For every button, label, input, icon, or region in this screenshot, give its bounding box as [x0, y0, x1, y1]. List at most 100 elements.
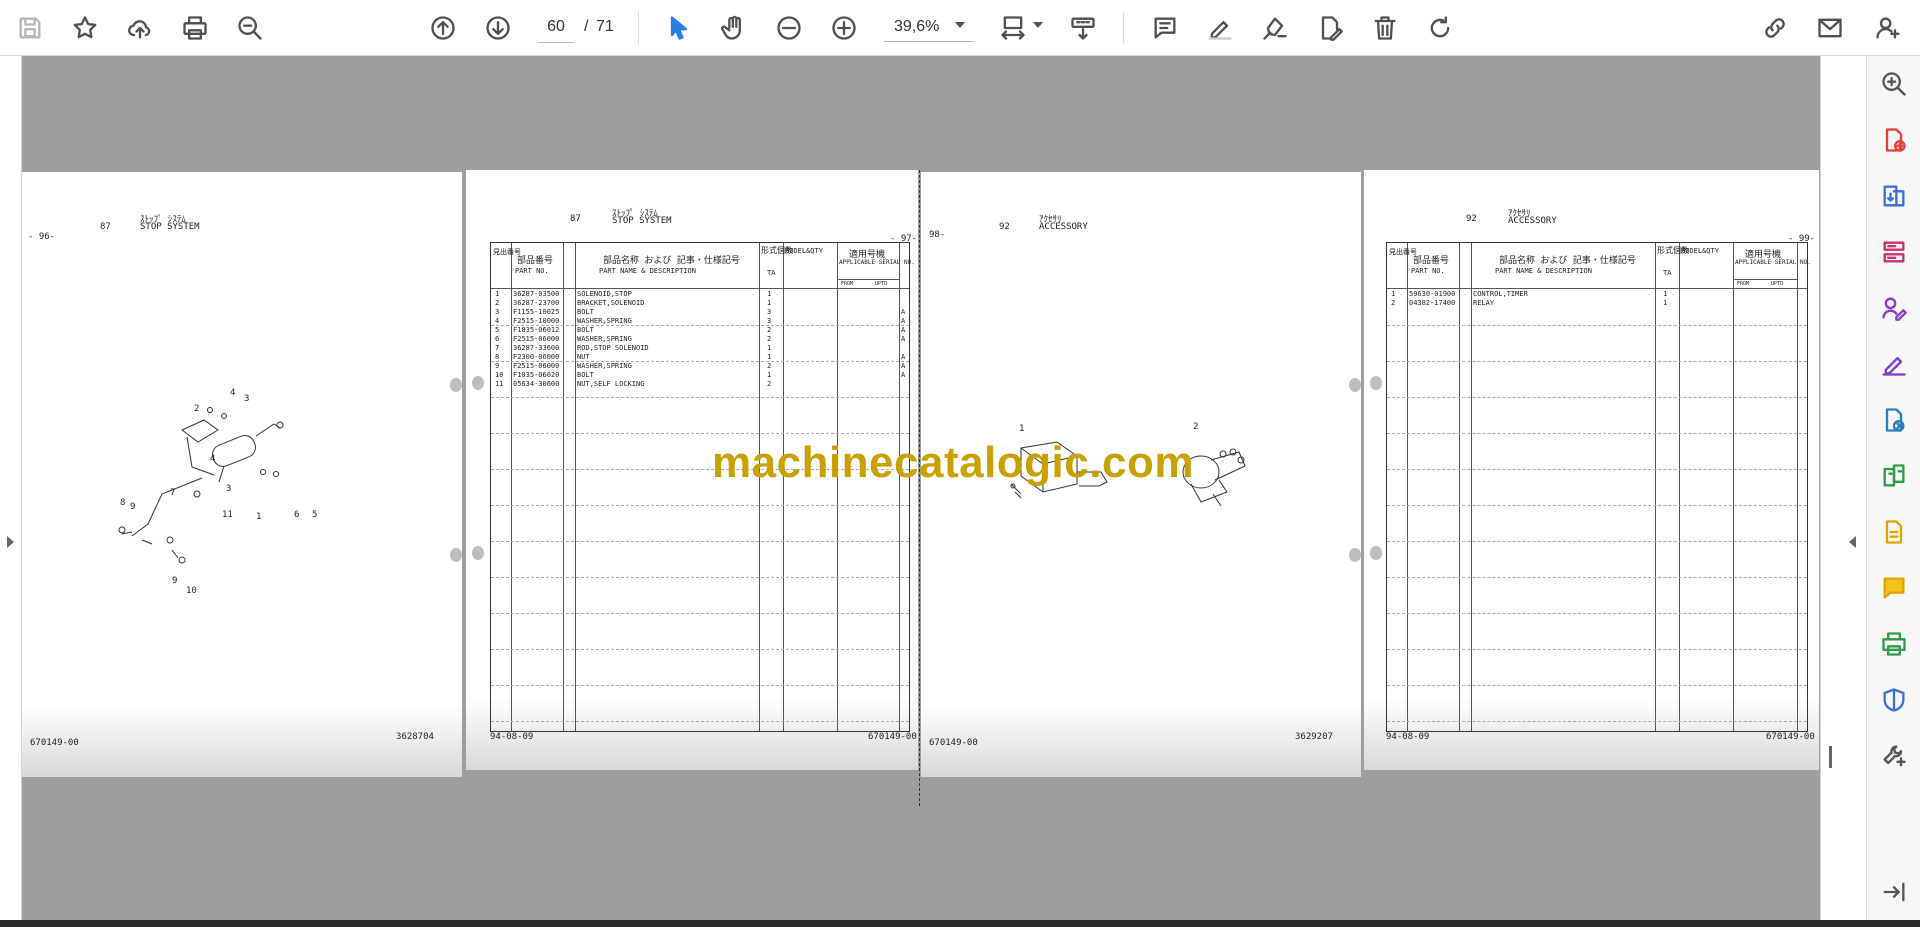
- left-panel-toggle[interactable]: [0, 56, 22, 922]
- page-footer-right: 3628704: [396, 732, 434, 742]
- table-cell-desc: ROD,STOP SOLENOID: [577, 344, 649, 352]
- table-cell-part: F1035-06020: [513, 371, 560, 379]
- page-fit-chevron-icon[interactable]: [1033, 22, 1043, 28]
- edit-pdf-icon[interactable]: [1312, 10, 1348, 46]
- page-number: - 96-: [28, 232, 56, 242]
- section-ref: 92: [999, 222, 1010, 232]
- find-zoom-icon[interactable]: [232, 10, 268, 46]
- scroll-mode-icon[interactable]: [1065, 10, 1101, 46]
- table-cell-qty: 2: [767, 362, 772, 370]
- col-header-part-jp: 部品番号: [517, 256, 554, 266]
- account-add-icon[interactable]: [1870, 10, 1906, 46]
- comment-tool-icon[interactable]: [1878, 572, 1910, 604]
- table-cell-qty: 1: [1663, 299, 1668, 307]
- table-grid-line: [491, 325, 909, 326]
- share-link-icon[interactable]: [1757, 10, 1793, 46]
- callout-label: 4: [230, 388, 236, 398]
- table-cell-qty: 2: [767, 335, 772, 343]
- callout-label: 10: [186, 586, 197, 596]
- col-header-serial: APPLICABLE SERIAL NO.: [839, 259, 915, 266]
- draw-pen-icon[interactable]: [1257, 10, 1293, 46]
- page-footer-right: 670149-00: [868, 732, 917, 742]
- protect-shield-icon[interactable]: [1878, 684, 1910, 716]
- zoom-search-icon[interactable]: [1878, 68, 1910, 100]
- highlight-pen-icon[interactable]: [1202, 10, 1238, 46]
- section-ref: 92: [1466, 214, 1477, 224]
- table-cell-part: F1155-10025: [513, 308, 560, 316]
- collapse-panel-icon[interactable]: [1878, 876, 1910, 908]
- table-grid-line: [1387, 505, 1807, 506]
- page-number-input[interactable]: 60: [538, 12, 574, 43]
- expand-left-icon[interactable]: [7, 536, 14, 548]
- table-cell-qty: 1: [767, 299, 772, 307]
- table-cell-mark: A: [901, 335, 906, 343]
- callout-label: 5: [312, 510, 318, 520]
- export-pdf-icon[interactable]: [1878, 180, 1910, 212]
- table-cell-desc: NUT: [577, 353, 590, 361]
- page-footer-left: 94-08-09: [490, 732, 534, 742]
- table-cell-part: F2300-06000: [513, 353, 560, 361]
- table-rule: [1387, 288, 1807, 289]
- print-icon[interactable]: [177, 10, 213, 46]
- upload-cloud-icon[interactable]: [122, 10, 158, 46]
- scroll-thumb[interactable]: [1829, 746, 1832, 768]
- comment-icon[interactable]: [1147, 10, 1183, 46]
- table-grid-line: [1387, 469, 1807, 470]
- table-rule: [563, 243, 564, 731]
- col-header-from: FROM: [1737, 281, 1750, 287]
- table-cell-ref: 1: [1391, 290, 1396, 298]
- toolbar-divider: [638, 12, 639, 44]
- parts-table: 見出番号 部品番号 PART NO. 部品名称 および 記事・仕様記号 PART…: [1386, 242, 1811, 732]
- table-rule: [1407, 243, 1408, 731]
- zoom-dropdown-chevron-icon[interactable]: [955, 22, 965, 28]
- table-cell-mark: A: [901, 353, 906, 361]
- table-grid-line: [491, 541, 909, 542]
- table-cell-mark: A: [901, 371, 906, 379]
- table-grid-line: [491, 361, 909, 362]
- table-grid-line: [1387, 397, 1807, 398]
- bookmark-star-icon[interactable]: [67, 10, 103, 46]
- organize-pages-icon[interactable]: [1878, 236, 1910, 268]
- section-ref: 87: [100, 222, 111, 232]
- page-separator: /: [584, 18, 589, 35]
- table-grid-line: [491, 397, 909, 398]
- stop-system-diagram: [118, 407, 284, 564]
- compare-files-icon[interactable]: [1878, 460, 1910, 492]
- redo-rotate-icon[interactable]: [1422, 10, 1458, 46]
- page-footer-left: 94-08-09: [1386, 732, 1430, 742]
- collapse-right-panel-icon[interactable]: [1849, 536, 1856, 548]
- vertical-scrollbar[interactable]: [1820, 56, 1866, 922]
- table-grid-line: [491, 685, 909, 686]
- send-review-icon[interactable]: [1878, 404, 1910, 436]
- zoom-in-icon[interactable]: [826, 10, 862, 46]
- create-pdf-icon[interactable]: [1878, 124, 1910, 156]
- scan-ocr-icon[interactable]: [1878, 516, 1910, 548]
- next-page-icon[interactable]: [480, 10, 516, 46]
- request-signature-icon[interactable]: [1878, 292, 1910, 324]
- table-cell-mark: A: [901, 308, 906, 316]
- print-production-icon[interactable]: [1878, 628, 1910, 660]
- page-fit-icon[interactable]: [995, 10, 1031, 46]
- watermark-text: machinecatalogic.com: [712, 438, 1194, 487]
- hand-tool-icon[interactable]: [716, 10, 752, 46]
- callout-label: 9: [172, 576, 178, 586]
- table-cell-part: 04382-17400: [1409, 299, 1456, 307]
- callout-label: 2: [194, 404, 200, 414]
- table-cell-part: F1035-06012: [513, 326, 560, 334]
- email-icon[interactable]: [1812, 10, 1848, 46]
- page-footer-left: 670149-00: [929, 738, 978, 748]
- table-cell-qty: 1: [767, 344, 772, 352]
- table-cell-qty: 3: [767, 308, 772, 316]
- delete-trash-icon[interactable]: [1367, 10, 1403, 46]
- callout-label: 8: [120, 498, 126, 508]
- col-header-desc: PART NAME & DESCRIPTION: [1495, 267, 1592, 275]
- table-cell-ref: 11: [495, 380, 504, 388]
- fill-sign-icon[interactable]: [1878, 348, 1910, 380]
- save-icon[interactable]: [12, 10, 48, 46]
- select-cursor-icon[interactable]: [661, 10, 697, 46]
- table-cell-desc: BOLT: [577, 308, 594, 316]
- table-grid-line: [491, 649, 909, 650]
- more-tools-icon[interactable]: [1878, 740, 1910, 772]
- previous-page-icon[interactable]: [425, 10, 461, 46]
- zoom-out-icon[interactable]: [771, 10, 807, 46]
